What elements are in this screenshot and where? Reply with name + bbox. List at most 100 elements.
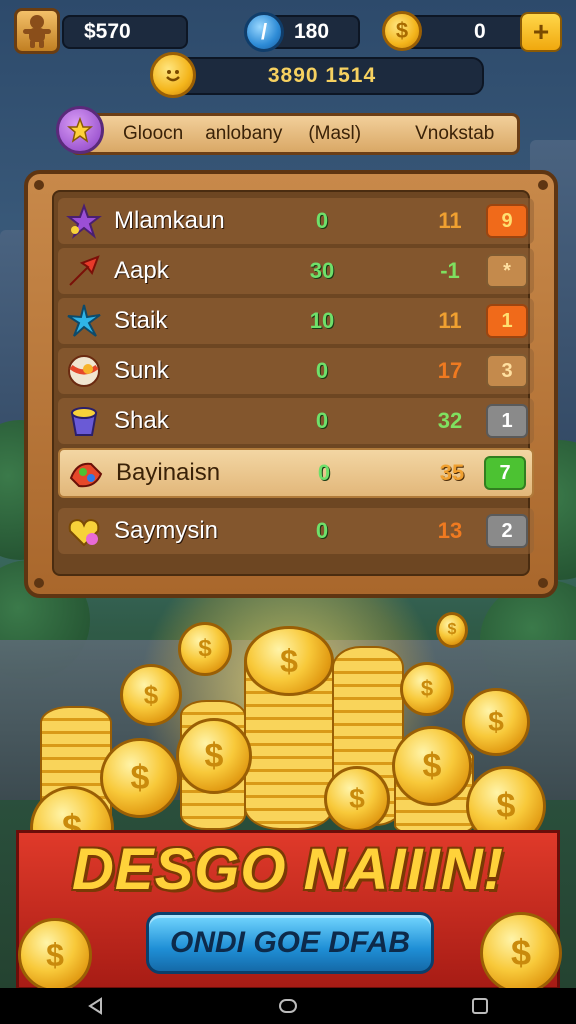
smile-icon [166, 70, 180, 82]
leaderboard-row[interactable]: Sunk 0 17 3 [58, 348, 534, 394]
star-badge-icon [67, 117, 93, 143]
rank-badge: 3 [486, 354, 528, 388]
player-name: Shak [114, 407, 169, 434]
gold-coin: $ [100, 738, 180, 818]
money-value: $570 [84, 20, 131, 43]
back-icon[interactable] [85, 995, 107, 1017]
leaderboard-tabs: Gloocn anlobany (Masl) Vnokstab [70, 113, 520, 155]
candy-bag-icon [66, 453, 106, 493]
rivet [34, 578, 44, 588]
coin-glyph: $ [349, 783, 365, 814]
gold-coin: $ [178, 622, 232, 676]
gingerbread-icon [23, 15, 51, 48]
gold-coin: $ [120, 664, 182, 726]
money-counter: $570 [62, 15, 188, 49]
total-score-bar: 3890 1514 [160, 57, 484, 95]
leaderboard-row[interactable]: Mlamkaun 0 11 9 [58, 198, 534, 244]
leaderboard-row-current-player[interactable]: Bayinaisn 0 35 7 [58, 448, 534, 498]
tab-mast[interactable]: (Masl) [300, 123, 369, 145]
rank-badge: * [486, 254, 528, 288]
coin-glyph: $ [280, 642, 298, 679]
gold-coin: $ [324, 766, 390, 832]
player-name: Bayinaisn [116, 459, 221, 486]
coins-value: 0 [474, 20, 486, 43]
player-name: Saymysin [114, 517, 219, 544]
rank-badge: 1 [486, 304, 528, 338]
claim-button[interactable]: ONDI GOE DFAB [146, 912, 434, 974]
gold-coin: $ [244, 626, 334, 696]
gems-value: 180 [294, 20, 330, 43]
coin-glyph: $ [198, 635, 212, 662]
player-avatar[interactable] [14, 8, 60, 54]
tab-weekly[interactable]: Vnokstab [407, 123, 502, 145]
leaderboard-row[interactable]: Shak 0 32 1 [58, 398, 534, 444]
striped-ball-icon [64, 351, 104, 391]
rivet [538, 578, 548, 588]
gold-coin: $ [480, 912, 562, 994]
total-score-value: 3890 1514 [267, 64, 377, 87]
coin-symbol: $ [395, 18, 409, 43]
coin-glyph: $ [447, 621, 457, 638]
coin-glyph: $ [420, 676, 434, 701]
purple-cup-icon [64, 401, 104, 441]
rank-badge: 2 [486, 514, 528, 548]
player-value: 32 [437, 408, 463, 433]
leaderboard-panel: Mlamkaun 0 11 9 Aapk 30 -1 * Staik 10 11… [24, 170, 558, 598]
home-icon[interactable] [277, 995, 299, 1017]
player-score: 0 [315, 408, 329, 433]
player-value: 17 [437, 358, 463, 383]
coin-glyph: $ [496, 786, 516, 825]
tab-global[interactable]: Gloocn [115, 123, 191, 145]
banner-title: DESGO NAIIIN! [72, 837, 504, 902]
purple-star-icon [64, 201, 104, 241]
player-value: 13 [437, 518, 463, 543]
trophy-icon [56, 106, 104, 154]
claim-button-label: ONDI GOE DFAB [169, 926, 410, 959]
coin-glyph: $ [143, 679, 159, 710]
player-value: 11 [438, 208, 462, 233]
gold-coin: $ [392, 726, 472, 806]
tab-company[interactable]: anlobany [197, 123, 290, 145]
add-coins-button[interactable]: + [520, 12, 562, 52]
yellow-heart-icon [64, 511, 104, 551]
coin-icon: $ [382, 11, 422, 51]
player-score: 0 [315, 518, 329, 543]
player-score: 0 [315, 208, 329, 233]
player-value: 11 [438, 308, 462, 333]
rank-badge: 1 [486, 404, 528, 438]
coin-glyph: $ [422, 746, 442, 785]
player-name: Sunk [114, 357, 169, 384]
rivet [34, 180, 44, 190]
player-score: 30 [309, 258, 335, 283]
gold-coin: $ [176, 718, 252, 794]
coin-glyph: $ [204, 736, 224, 775]
plus-label: + [532, 16, 550, 47]
rivet [538, 180, 548, 190]
red-arrow-icon [64, 251, 104, 291]
blue-star-icon [64, 301, 104, 341]
gold-coin: $ [462, 688, 530, 756]
gem-icon: / [244, 12, 284, 52]
player-score: 0 [317, 460, 331, 485]
gold-coin: $ [400, 662, 454, 716]
gold-coin: $ [436, 612, 468, 648]
smiley-coin-icon [150, 52, 196, 98]
player-value: 35 [439, 460, 465, 485]
player-score: 0 [315, 358, 329, 383]
leaderboard-row[interactable]: Saymysin 0 13 2 [58, 508, 534, 554]
player-name: Mlamkaun [114, 207, 225, 234]
leaderboard-row[interactable]: Aapk 30 -1 * [58, 248, 534, 294]
player-value: -1 [440, 258, 460, 283]
coin-glyph: $ [510, 932, 532, 973]
system-nav-bar [0, 988, 576, 1024]
player-name: Aapk [114, 257, 169, 284]
gold-coin: $ [18, 918, 92, 992]
recents-icon[interactable] [469, 995, 491, 1017]
leaderboard-row[interactable]: Staik 10 11 1 [58, 298, 534, 344]
coin-glyph: $ [130, 758, 150, 797]
rank-badge: 7 [484, 456, 526, 490]
coin-glyph: $ [46, 936, 64, 973]
player-name: Staik [114, 307, 168, 334]
coin-glyph: $ [488, 706, 504, 737]
rank-badge: 9 [486, 204, 528, 238]
